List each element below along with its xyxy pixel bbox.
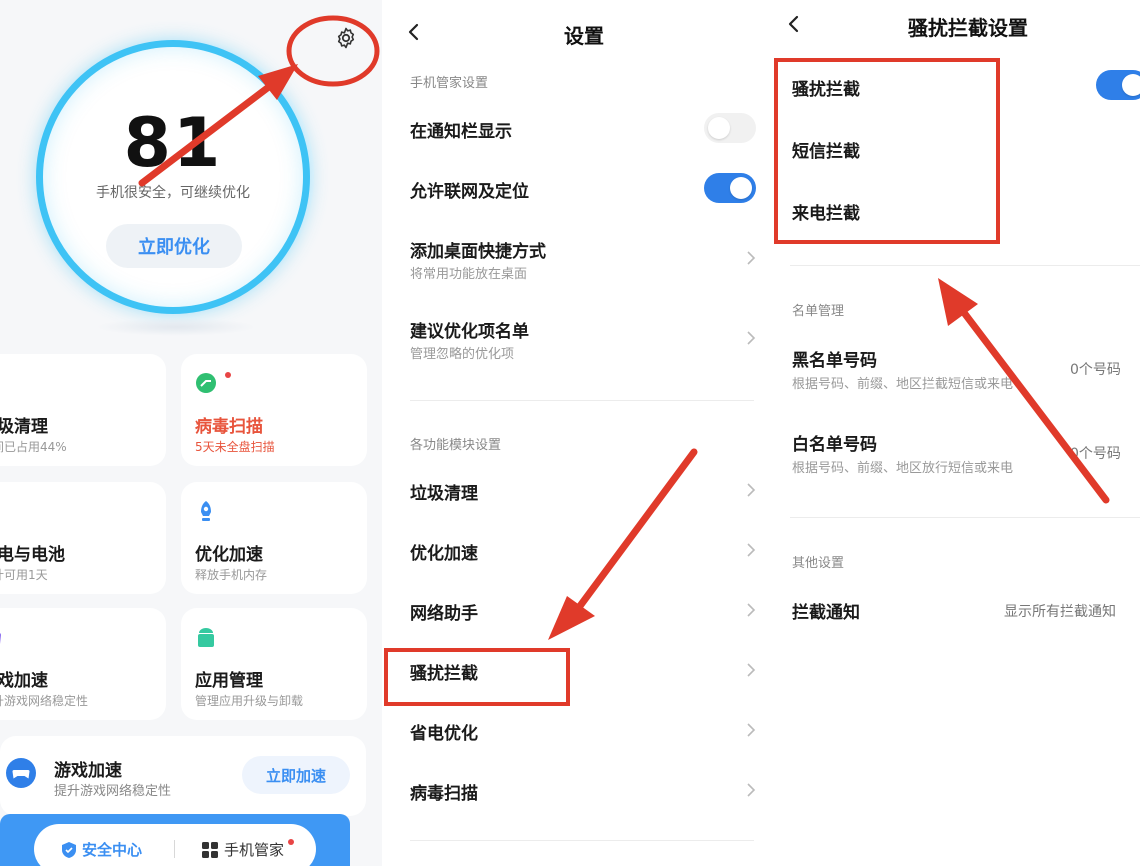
toggle-knob (730, 177, 752, 199)
chevron-right-icon (747, 483, 756, 497)
battery-icon (0, 500, 2, 522)
divider (790, 517, 1140, 518)
shield-icon (62, 841, 76, 858)
card-battery[interactable]: 省电与电池 预计可用1天 (0, 482, 166, 594)
card-subtitle: 空间已占用44% (0, 440, 67, 454)
card-title: 省电与电池 (0, 545, 65, 565)
card-app-manage[interactable]: 应用管理 管理应用升级与卸载 (181, 608, 367, 720)
banner-subtitle: 提升游戏网络稳定性 (54, 784, 172, 799)
gamepad-icon (6, 758, 36, 788)
row-blacklist[interactable]: 黑名单号码 (792, 346, 877, 371)
highlight-box-block-options (774, 58, 1000, 244)
security-score: 81 (123, 104, 223, 183)
row-virus-scan[interactable]: 病毒扫描 (410, 779, 478, 804)
trash-icon (0, 372, 2, 394)
toggle-knob (1122, 74, 1140, 96)
page-title: 骚扰拦截设置 (908, 16, 1028, 40)
row-subtitle: 根据号码、前缀、地区拦截短信或来电 (792, 377, 1014, 392)
card-junk-clean[interactable]: 垃圾清理 空间已占用44% (0, 354, 166, 466)
row-notification-bar[interactable]: 在通知栏显示 (410, 117, 512, 142)
card-title: 优化加速 (195, 545, 263, 565)
toggle-knob (708, 117, 730, 139)
card-title: 游戏加速 (0, 671, 48, 691)
card-subtitle: 5天未全盘扫描 (195, 440, 275, 454)
toggle-network-location[interactable] (704, 173, 756, 203)
harassment-block-settings: 骚扰拦截设置 骚扰拦截 短信拦截 来电拦截 名单管理 黑名单号码 根据号码、前缀… (772, 0, 1140, 866)
card-title: 应用管理 (195, 671, 263, 691)
blacklist-count: 0个号码 (1070, 362, 1121, 378)
row-desktop-shortcut[interactable]: 添加桌面快捷方式 (410, 237, 546, 262)
row-subtitle: 管理忽略的优化项 (410, 347, 515, 362)
toggle-harassment-block[interactable] (1096, 70, 1140, 100)
optimize-now-button[interactable]: 立即优化 (106, 224, 242, 268)
chevron-right-icon (747, 603, 756, 617)
section-header: 其他设置 (792, 556, 845, 571)
row-block-notification[interactable]: 拦截通知 (792, 598, 860, 623)
score-subtitle: 手机很安全，可继续优化 (96, 185, 250, 201)
card-title: 垃圾清理 (0, 417, 48, 437)
chevron-right-icon (747, 331, 756, 345)
nav-security-center[interactable]: 安全中心 (62, 839, 142, 860)
row-network-assistant[interactable]: 网络助手 (410, 599, 478, 624)
card-speed-up[interactable]: 优化加速 释放手机内存 (181, 482, 367, 594)
settings-gear-button[interactable] (330, 22, 362, 54)
grid-icon (202, 841, 218, 858)
divider (790, 265, 1140, 266)
toggle-notification-bar[interactable] (704, 113, 756, 143)
boost-now-button[interactable]: 立即加速 (242, 756, 350, 794)
rocket-icon (201, 501, 211, 521)
section-header: 手机管家设置 (410, 76, 489, 91)
divider (410, 840, 754, 841)
nav-label: 手机管家 (224, 841, 285, 859)
settings-screen: 设置 手机管家设置 在通知栏显示 允许联网及定位 添加桌面快捷方式 将常用功能放… (382, 0, 772, 866)
android-icon (198, 628, 214, 647)
nav-label: 安全中心 (82, 841, 143, 859)
banner-title: 游戏加速 (54, 761, 122, 781)
highlight-box-harassment (384, 648, 570, 706)
game-boost-banner: 游戏加速 提升游戏网络稳定性 立即加速 (0, 736, 366, 816)
gamepad-icon (0, 633, 1, 644)
notification-dot (288, 838, 295, 845)
row-network-location[interactable]: 允许联网及定位 (410, 177, 529, 202)
chevron-right-icon (747, 663, 756, 677)
card-subtitle: 提升游戏网络稳定性 (0, 694, 89, 708)
gear-icon (337, 27, 355, 49)
notification-dot (225, 372, 231, 378)
chevron-right-icon (747, 543, 756, 557)
chevron-right-icon (747, 783, 756, 797)
back-arrow-icon[interactable] (404, 22, 424, 42)
back-arrow-icon[interactable] (784, 14, 804, 34)
divider (410, 400, 754, 401)
row-whitelist[interactable]: 白名单号码 (792, 430, 877, 455)
row-optimize-list[interactable]: 建议优化项名单 (410, 317, 529, 342)
row-junk-clean[interactable]: 垃圾清理 (410, 479, 478, 504)
card-virus-scan[interactable]: 病毒扫描 5天未全盘扫描 (181, 354, 367, 466)
phone-manager-home: 81 手机很安全，可继续优化 立即优化 垃圾清理 空间已占用44% 病毒扫描 5… (0, 0, 382, 866)
nav-divider (174, 840, 175, 858)
chevron-right-icon (747, 723, 756, 737)
row-power-saving[interactable]: 省电优化 (410, 719, 478, 744)
card-subtitle: 释放手机内存 (195, 568, 268, 582)
ring-shadow (96, 318, 256, 336)
row-subtitle: 根据号码、前缀、地区放行短信或来电 (792, 461, 1014, 476)
card-subtitle: 预计可用1天 (0, 568, 48, 582)
shield-scan-icon (196, 373, 216, 393)
section-header: 名单管理 (792, 304, 845, 319)
card-game-boost[interactable]: 游戏加速 提升游戏网络稳定性 (0, 608, 166, 720)
chevron-right-icon (747, 251, 756, 265)
row-speed-up[interactable]: 优化加速 (410, 539, 478, 564)
nav-phone-manager[interactable]: 手机管家 (202, 838, 296, 860)
card-subtitle: 管理应用升级与卸载 (195, 694, 304, 708)
card-title: 病毒扫描 (195, 417, 263, 437)
row-subtitle: 将常用功能放在桌面 (410, 267, 528, 282)
page-title: 设置 (564, 24, 604, 48)
whitelist-count: 0个号码 (1070, 446, 1121, 462)
section-header: 各功能模块设置 (410, 438, 502, 453)
block-notification-value: 显示所有拦截通知 (1004, 604, 1116, 620)
